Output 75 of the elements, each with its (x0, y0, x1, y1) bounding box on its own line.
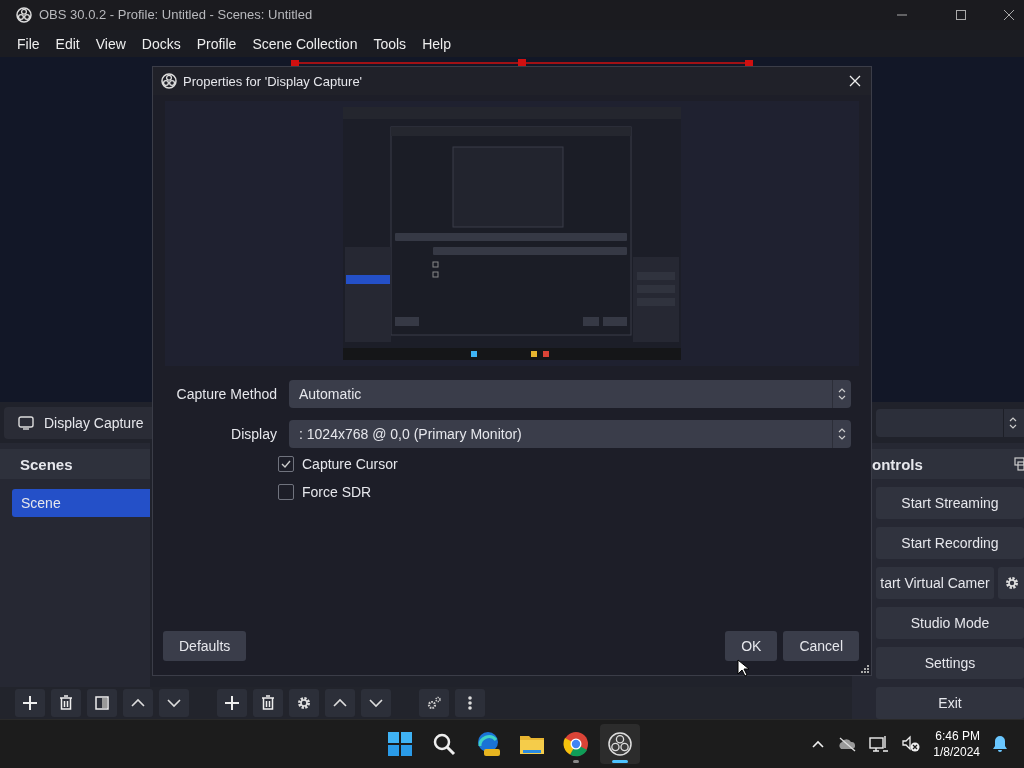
clock-time[interactable]: 6:46 PM (935, 728, 980, 745)
control-button[interactable]: tart Virtual Camer (876, 567, 994, 600)
checkbox-label: Capture Cursor (302, 456, 398, 472)
checkbox[interactable] (278, 456, 294, 472)
windows-logo-icon (386, 730, 414, 759)
volume-muted-icon[interactable] (901, 735, 922, 754)
settings-icon (1004, 575, 1020, 592)
gears-button[interactable] (419, 689, 449, 718)
down-button[interactable] (361, 689, 391, 718)
down-button[interactable] (159, 689, 189, 718)
spinner-icon (837, 427, 847, 441)
menu-item[interactable]: Edit (47, 35, 88, 52)
field-label: Display (230, 426, 277, 442)
add-button[interactable] (217, 689, 247, 718)
defaults-button[interactable]: Defaults (163, 631, 247, 661)
more-button[interactable] (455, 689, 485, 718)
close-icon[interactable] (1003, 8, 1015, 21)
control-button[interactable]: Exit (876, 687, 1024, 720)
clock-date[interactable]: 1/8/2024 (933, 744, 980, 761)
up-button[interactable] (123, 689, 153, 718)
network-icon[interactable] (869, 735, 890, 754)
control-button[interactable]: Start Streaming (876, 487, 1024, 520)
bell-icon[interactable] (992, 735, 1008, 754)
dock-title: ontrols (872, 455, 923, 473)
trash-button[interactable] (51, 689, 81, 718)
filter-button[interactable] (87, 689, 117, 718)
maximize-icon[interactable] (955, 8, 967, 21)
control-button[interactable]: Studio Mode (876, 607, 1024, 640)
spinner-icon (837, 387, 847, 401)
chrome-icon (562, 730, 590, 759)
dialog-title: Properties for 'Display Capture' (183, 73, 364, 89)
check-icon (280, 458, 292, 470)
add-icon (22, 695, 38, 712)
obs-logo-icon (606, 730, 634, 759)
dialog-button[interactable]: Cancel (783, 631, 859, 661)
dialog-button[interactable]: OK (725, 631, 778, 661)
trash-icon (260, 695, 276, 712)
checkbox[interactable] (278, 484, 294, 500)
add-button[interactable] (15, 689, 45, 718)
dock-title: Scenes (0, 449, 150, 480)
add-icon (224, 695, 240, 712)
dropdown[interactable]: : 1024x768 @ 0,0 (Primary Monitor) (289, 420, 851, 448)
settings-icon (296, 695, 312, 712)
gears-icon (426, 695, 442, 712)
taskbar-button[interactable] (600, 724, 640, 765)
obs-logo-icon (16, 6, 32, 23)
trash-icon (58, 695, 74, 712)
obs-logo-icon (161, 73, 177, 89)
menu-item[interactable]: Help (414, 35, 459, 52)
field-label: Capture Method (175, 386, 277, 402)
up-button[interactable] (325, 689, 355, 718)
mouse-cursor-icon (737, 659, 749, 677)
settings-button[interactable] (998, 567, 1024, 600)
cloud-off-icon[interactable] (837, 736, 858, 753)
filter-icon (94, 695, 110, 712)
menu-item[interactable]: Docks (133, 35, 189, 52)
source-name: Display Capture (44, 414, 144, 431)
menu-item[interactable]: File (9, 35, 48, 52)
menu-item[interactable]: Profile (188, 35, 245, 52)
control-button[interactable]: Settings (876, 647, 1024, 680)
window-title: OBS 30.0.2 - Profile: Untitled - Scenes: Untitled (39, 7, 314, 23)
checkbox-label: Force SDR (302, 484, 372, 500)
scene-item[interactable]: Scene (12, 489, 150, 518)
monitor-icon (18, 415, 34, 430)
control-button[interactable]: Start Recording (876, 527, 1024, 560)
menu-item[interactable]: Tools (365, 35, 415, 52)
chevron-up-icon[interactable] (811, 739, 826, 750)
menu-item[interactable]: View (87, 35, 134, 52)
resize-grip-icon[interactable] (861, 665, 869, 673)
menu-item[interactable]: Scene Collection (244, 35, 366, 52)
undock-icon[interactable] (1012, 457, 1024, 472)
spinner-icon (1008, 415, 1018, 430)
trash-button[interactable] (253, 689, 283, 718)
settings-button[interactable] (289, 689, 319, 718)
dropdown[interactable]: Automatic (289, 380, 851, 408)
